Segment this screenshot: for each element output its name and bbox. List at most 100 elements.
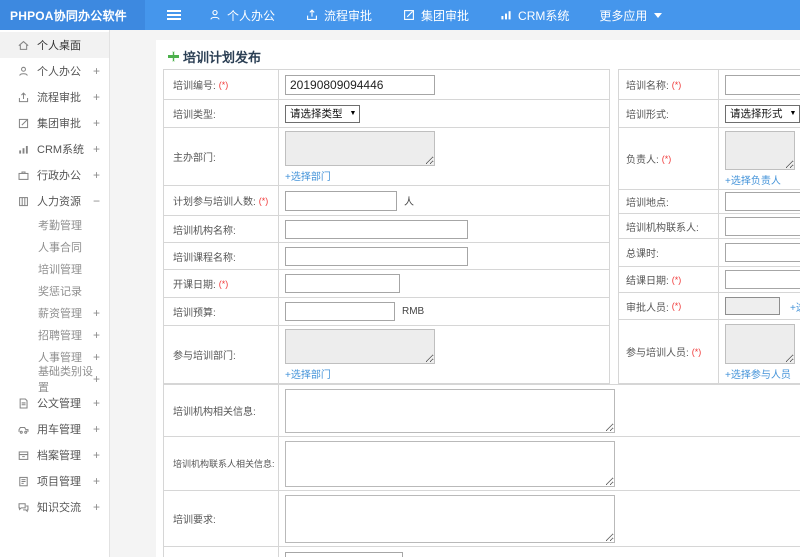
sidebar-item-knowledge-exchange[interactable]: 知识交流 + [0, 494, 109, 520]
form-table-right: 培训名称:(*) 培训形式: 请选择形式▼ 负责人:(*) +选择负责人 [618, 69, 800, 384]
sidebar-item-personal-office[interactable]: 个人办公 + [0, 58, 109, 84]
form-row-participants: 参与培训人员: (*) +选择参与人员 [619, 320, 800, 384]
select-dept-link[interactable]: +选择部门 [285, 366, 331, 381]
field-label: 培训机构名称: [173, 225, 236, 237]
org-contact-input[interactable] [725, 216, 800, 236]
participate-dept-box[interactable] [285, 329, 435, 364]
sidebar-item-salary-mgmt[interactable]: 薪资管理 + [0, 302, 109, 324]
select-approver-link[interactable]: +选择审批人员 [790, 299, 800, 314]
training-type-select[interactable]: 请选择类型 ▼ [285, 104, 361, 123]
field-label: 审批人员: [626, 302, 669, 314]
nav-label: CRM系统 [518, 8, 570, 23]
form-row-participate-dept: 参与培训部门: +选择部门 [164, 326, 609, 384]
select-dept-link[interactable]: +选择部门 [285, 168, 331, 183]
field-label: 计划参与培训人数: [173, 197, 256, 208]
sidebar-item-project-mgmt[interactable]: 项目管理 + [0, 468, 109, 494]
form-row-approver: 审批人员:(*) +选择审批人员 [619, 293, 800, 320]
sidebar-item-archive-mgmt[interactable]: 档案管理 + [0, 442, 109, 468]
training-form-select[interactable]: 请选择形式 ▼ [725, 104, 800, 123]
field-label: 总课时: [626, 249, 659, 260]
budget-input[interactable] [285, 302, 395, 321]
required-mark: (*) [691, 346, 702, 357]
field-label: 负责人: [626, 155, 659, 166]
end-date-input[interactable] [725, 270, 800, 289]
nav-personal-office[interactable]: 个人办公 [193, 0, 290, 30]
field-label: 培训机构联系人: [626, 222, 699, 234]
expand-icon[interactable]: + [93, 350, 100, 364]
form-row-course-name: 培训课程名称: [164, 243, 609, 270]
sidebar-item-reward-records[interactable]: 奖惩记录 [0, 280, 109, 302]
menu-toggle-button[interactable] [161, 0, 187, 30]
form-top-section: 培训编号:(*) 培训类型: 请选择类型▼ 主办部门: +选择部门 [163, 69, 800, 384]
form-row-training-place: 培训地点: [619, 190, 800, 214]
sidebar: 个人桌面 个人办公 + 流程审批 + 集团审批 + CRM系统 + 行政办公 + [0, 30, 110, 557]
form-row-training-form: 培训形式: 请选择形式 ▼ [619, 100, 800, 128]
select-leader-link[interactable]: +选择负责人 [725, 172, 781, 187]
nav-group-approval[interactable]: 集团审批 [387, 0, 484, 30]
training-name-input[interactable] [725, 74, 800, 95]
org-info-textarea[interactable] [285, 389, 615, 433]
leader-box[interactable] [725, 131, 795, 170]
sidebar-item-vehicle-mgmt[interactable]: 用车管理 + [0, 416, 109, 442]
form-row-org-name: 培训机构名称: [164, 216, 609, 243]
sidebar-item-group-approval[interactable]: 集团审批 + [0, 110, 109, 136]
sidebar-item-crm[interactable]: CRM系统 + [0, 136, 109, 162]
sidebar-item-label: 薪资管理 [38, 308, 82, 320]
training-require-textarea[interactable] [285, 495, 615, 543]
nav-more-apps[interactable]: 更多应用 [584, 0, 677, 30]
app-logo: PHPOA协同办公软件 [0, 0, 145, 30]
expand-icon[interactable]: + [93, 90, 100, 104]
expand-icon[interactable]: + [93, 396, 100, 410]
required-mark: (*) [671, 79, 682, 90]
flow-icon [17, 91, 30, 104]
nav-workflow-approval[interactable]: 流程审批 [290, 0, 387, 30]
expand-icon[interactable]: + [93, 422, 100, 436]
org-contact-info-textarea[interactable] [285, 441, 615, 487]
approver-box[interactable] [725, 297, 780, 315]
start-date-input[interactable] [285, 274, 400, 293]
form-row-end-date: 结课日期: (*) [619, 267, 800, 293]
attachment-input[interactable] [285, 552, 403, 557]
planned-participants-input[interactable] [285, 190, 397, 211]
expand-icon[interactable]: + [93, 474, 100, 488]
training-place-input[interactable] [725, 192, 800, 211]
nav-label: 集团审批 [421, 8, 470, 23]
expand-icon[interactable]: + [93, 328, 100, 342]
sidebar-item-recruit-mgmt[interactable]: 招聘管理 + [0, 324, 109, 346]
main-content: 培训计划发布 培训编号:(*) 培训类型: 请选择类型▼ [110, 30, 800, 557]
course-name-input[interactable] [285, 246, 468, 266]
form-table-left: 培训编号:(*) 培训类型: 请选择类型▼ 主办部门: +选择部门 [163, 69, 610, 384]
training-no-input[interactable] [285, 74, 435, 95]
expand-icon[interactable]: + [93, 500, 100, 514]
home-icon [17, 39, 30, 52]
expand-icon[interactable]: + [93, 448, 100, 462]
clipboard-icon [17, 475, 30, 488]
sidebar-item-admin-office[interactable]: 行政办公 + [0, 162, 109, 188]
sidebar-item-personal-desktop[interactable]: 个人桌面 [0, 32, 109, 58]
participants-box[interactable] [725, 323, 795, 364]
sidebar-item-label: 公文管理 [37, 398, 81, 410]
select-participants-link[interactable]: +选择参与人员 [725, 366, 791, 381]
expand-icon[interactable]: + [93, 142, 100, 156]
expand-icon[interactable]: + [93, 306, 100, 320]
total-hours-input[interactable] [725, 243, 800, 262]
sidebar-item-base-category-settings[interactable]: 基础类别设置 + [0, 366, 109, 394]
form-row-total-hours: 总课时: [619, 239, 800, 267]
expand-icon[interactable]: + [93, 116, 100, 130]
nav-crm[interactable]: CRM系统 [484, 0, 584, 30]
field-label: 培训类型: [173, 110, 216, 121]
org-name-input[interactable] [285, 219, 468, 239]
expand-icon[interactable]: + [93, 372, 100, 386]
sidebar-item-label: 行政办公 [37, 170, 81, 182]
field-label: 培训课程名称: [173, 252, 236, 264]
field-label: 参与培训部门: [173, 351, 236, 362]
sidebar-item-workflow-approval[interactable]: 流程审批 + [0, 84, 109, 110]
expand-icon[interactable]: + [93, 168, 100, 182]
expand-icon[interactable]: + [93, 64, 100, 78]
sidebar-item-attendance-mgmt[interactable]: 考勤管理 [0, 214, 109, 236]
collapse-icon[interactable]: − [93, 194, 100, 208]
sidebar-item-hr-contract[interactable]: 人事合同 [0, 236, 109, 258]
host-dept-box[interactable] [285, 131, 435, 166]
sidebar-item-training-mgmt[interactable]: 培训管理 [0, 258, 109, 280]
sidebar-item-human-resources[interactable]: 人力资源 − [0, 188, 109, 214]
